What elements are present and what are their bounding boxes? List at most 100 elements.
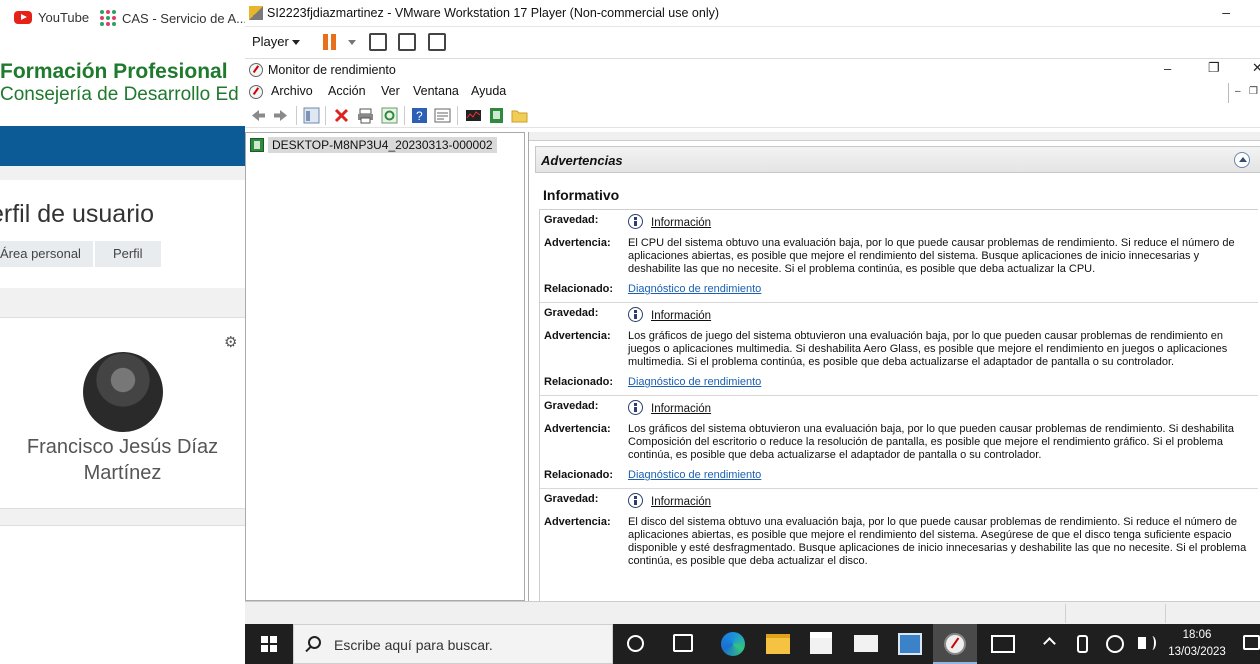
folder-icon[interactable] <box>511 107 528 124</box>
menu-archivo[interactable]: Archivo <box>271 84 313 98</box>
severity-label: Gravedad: <box>544 400 599 412</box>
unity-icon[interactable] <box>428 33 446 51</box>
file-explorer-icon[interactable] <box>766 634 790 654</box>
fullscreen-icon[interactable] <box>398 33 416 51</box>
perfmon-icon <box>249 63 263 77</box>
warning-text: El disco del sistema obtuvo una evaluaci… <box>628 516 1247 567</box>
info-icon <box>628 400 643 415</box>
severity-value[interactable]: Información <box>651 403 711 415</box>
mdi-controls: – ❐ <box>1228 83 1260 103</box>
network-globe-icon[interactable] <box>1106 635 1124 653</box>
minimize-button[interactable]: – <box>1222 4 1230 20</box>
related-label: Relacionado: <box>544 283 614 295</box>
mdi-restore-button[interactable]: ❐ <box>1249 86 1258 97</box>
severity-label: Gravedad: <box>544 493 599 505</box>
related-link[interactable]: Diagnóstico de rendimiento <box>628 283 761 295</box>
delete-icon[interactable] <box>333 107 350 124</box>
divider <box>1065 604 1066 623</box>
mail-icon[interactable] <box>854 635 878 652</box>
related-link[interactable]: Diagnóstico de rendimiento <box>628 469 761 481</box>
warning-item: Gravedad: Información Advertencia: El di… <box>540 489 1258 574</box>
perfmon-icon[interactable] <box>249 85 263 99</box>
divider <box>296 106 297 125</box>
taskbar-clock[interactable]: 18:06 13/03/2023 <box>1165 627 1229 661</box>
divider <box>0 166 245 180</box>
bookmarks-bar: YouTube CAS - Servicio de A... <box>0 0 245 38</box>
menu-ver[interactable]: Ver <box>381 84 400 98</box>
site-title[interactable]: Formación Profesional <box>0 60 228 84</box>
related-label: Relacionado: <box>544 376 614 388</box>
windows-start-icon[interactable] <box>261 636 277 652</box>
properties-icon[interactable] <box>434 107 451 124</box>
window-controls: – ❐ ✕ <box>1160 59 1260 81</box>
severity-label: Gravedad: <box>544 307 599 319</box>
volume-icon[interactable] <box>1138 636 1156 650</box>
notification-icon[interactable] <box>1243 635 1260 650</box>
menu-ventana[interactable]: Ventana <box>413 84 459 98</box>
show-hide-tree-icon[interactable] <box>303 107 320 124</box>
performance-chart-icon[interactable] <box>465 107 482 124</box>
divider <box>404 106 405 125</box>
close-button[interactable]: ✕ <box>1252 60 1260 76</box>
tree-item-report[interactable]: DESKTOP-M8NP3U4_20230313-000002 <box>250 136 497 154</box>
perfmon-menubar: Archivo Acción Ver Ventana Ayuda – ❐ <box>245 81 1260 103</box>
report-pane[interactable]: Advertencias Informativo Gravedad: Infor… <box>528 132 1260 601</box>
edge-icon[interactable] <box>721 632 745 656</box>
severity-value[interactable]: Información <box>651 310 711 322</box>
forward-arrow-icon[interactable] <box>272 107 289 124</box>
chevron-up-icon[interactable] <box>1043 637 1056 650</box>
restore-button[interactable]: ❐ <box>1208 60 1220 76</box>
back-arrow-icon[interactable] <box>250 107 267 124</box>
related-link[interactable]: Diagnóstico de rendimiento <box>628 376 761 388</box>
store-icon[interactable] <box>810 632 832 654</box>
breadcrumb-area-personal[interactable]: Área personal <box>0 241 93 267</box>
gear-icon[interactable]: ⚙ <box>224 333 237 351</box>
bookmark-cas-label: CAS - Servicio de A... <box>122 10 245 26</box>
minimize-button[interactable]: – <box>1164 61 1171 76</box>
perfmon-window-title: Monitor de rendimiento <box>268 63 396 77</box>
cortana-icon[interactable] <box>627 635 644 652</box>
vmware-titlebar: SI2223fjdiazmartinez - VMware Workstatio… <box>245 0 1260 27</box>
menu-ayuda[interactable]: Ayuda <box>471 84 506 98</box>
taskbar-search[interactable]: Escribe aquí para buscar. <box>293 624 613 664</box>
warning-item: Gravedad: Información Advertencia: Los g… <box>540 303 1258 396</box>
bookmark-youtube[interactable]: YouTube <box>14 10 89 25</box>
console-tree: DESKTOP-M8NP3U4_20230313-000002 <box>245 132 525 601</box>
breadcrumb-perfil: Perfil <box>94 241 161 267</box>
clock-time: 18:06 <box>1182 629 1212 641</box>
player-menu-button[interactable]: Player <box>252 34 289 49</box>
severity-value[interactable]: Información <box>651 496 711 508</box>
perfmon-toolbar: ? <box>245 103 1260 128</box>
taskbar-active-app[interactable] <box>933 624 977 664</box>
subsection-title: Informativo <box>543 187 620 203</box>
news-icon[interactable] <box>991 635 1015 653</box>
info-icon <box>628 493 643 508</box>
mdi-minimize-button[interactable]: – <box>1235 86 1241 97</box>
severity-value[interactable]: Información <box>651 217 711 229</box>
menu-accion[interactable]: Acción <box>328 84 366 98</box>
warnings-section-header[interactable]: Advertencias <box>535 146 1260 173</box>
divider <box>0 288 245 318</box>
taskbar: Escribe aquí para buscar. 18:06 13/03/20… <box>245 624 1260 664</box>
breadcrumb: Área personal Perfil <box>0 241 161 267</box>
send-ctrl-alt-del-icon[interactable] <box>369 33 387 51</box>
chevron-down-icon[interactable] <box>348 40 356 45</box>
refresh-icon[interactable] <box>381 107 398 124</box>
search-placeholder: Escribe aquí para buscar. <box>334 637 493 653</box>
vmware-logo-icon <box>249 6 263 20</box>
pen-icon[interactable] <box>1077 635 1088 653</box>
warning-item: Gravedad: Información Advertencia: El CP… <box>540 210 1258 303</box>
bookmark-cas[interactable]: CAS - Servicio de A... <box>100 10 245 26</box>
help-icon[interactable]: ? <box>411 107 428 124</box>
chevron-down-icon[interactable] <box>292 40 300 45</box>
section-title: Advertencias <box>541 153 623 168</box>
collapse-icon[interactable] <box>1234 152 1250 168</box>
print-icon[interactable] <box>357 107 374 124</box>
report-icon[interactable] <box>488 107 505 124</box>
vmware-icon[interactable] <box>898 633 922 655</box>
site-subtitle: Consejería de Desarrollo Ed <box>0 84 239 105</box>
info-icon <box>628 214 643 229</box>
pause-icon[interactable] <box>323 34 337 50</box>
youtube-icon <box>14 11 32 24</box>
task-view-icon[interactable] <box>673 634 693 652</box>
